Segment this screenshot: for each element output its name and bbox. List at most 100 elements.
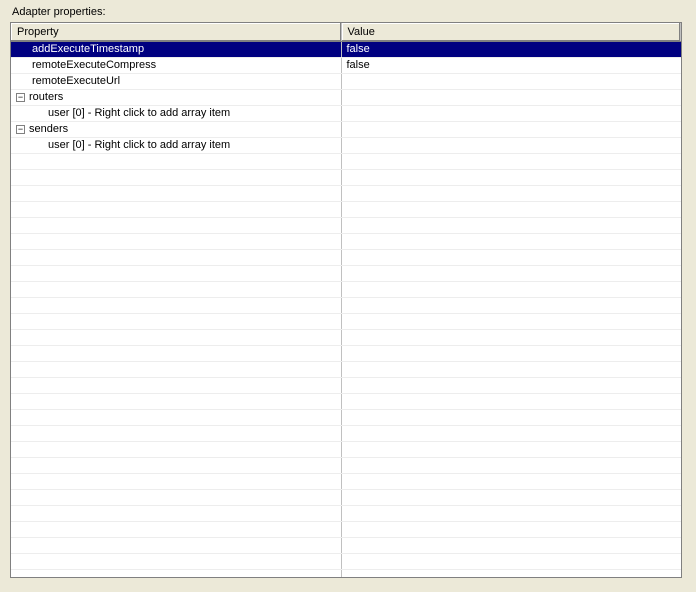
empty-row: [11, 217, 681, 233]
empty-cell: [341, 361, 681, 377]
empty-row: [11, 489, 681, 505]
empty-row: [11, 537, 681, 553]
empty-row: [11, 457, 681, 473]
empty-cell: [11, 185, 341, 201]
value-cell[interactable]: [341, 121, 681, 137]
empty-row: [11, 233, 681, 249]
empty-cell: [11, 505, 341, 521]
property-row[interactable]: remoteExecuteUrl: [11, 73, 681, 89]
property-row[interactable]: addExecuteTimestamp false: [11, 41, 681, 57]
empty-cell: [341, 201, 681, 217]
empty-cell: [11, 249, 341, 265]
empty-cell: [341, 297, 681, 313]
empty-row: [11, 377, 681, 393]
empty-cell: [341, 217, 681, 233]
empty-cell: [11, 553, 341, 569]
property-group-row[interactable]: −senders: [11, 121, 681, 137]
empty-cell: [341, 249, 681, 265]
empty-row: [11, 185, 681, 201]
empty-cell: [341, 457, 681, 473]
empty-cell: [11, 217, 341, 233]
value-cell[interactable]: [341, 137, 681, 153]
empty-cell: [11, 457, 341, 473]
property-row[interactable]: user [0] - Right click to add array item: [11, 137, 681, 153]
adapter-properties-panel: Adapter properties: Property Value addEx…: [0, 0, 696, 592]
empty-cell: [341, 553, 681, 569]
empty-row: [11, 345, 681, 361]
empty-cell: [11, 377, 341, 393]
empty-cell: [11, 297, 341, 313]
empty-cell: [341, 329, 681, 345]
property-row[interactable]: user [0] - Right click to add array item: [11, 105, 681, 121]
empty-cell: [341, 441, 681, 457]
empty-row: [11, 169, 681, 185]
empty-cell: [11, 345, 341, 361]
property-name: remoteExecuteUrl: [16, 75, 120, 87]
property-cell[interactable]: addExecuteTimestamp: [11, 41, 341, 57]
empty-row: [11, 153, 681, 169]
empty-cell: [341, 153, 681, 169]
empty-cell: [341, 489, 681, 505]
empty-cell: [341, 377, 681, 393]
value-cell[interactable]: [341, 73, 681, 89]
empty-cell: [11, 569, 341, 578]
property-cell[interactable]: user [0] - Right click to add array item: [11, 137, 341, 153]
empty-cell: [341, 233, 681, 249]
empty-cell: [11, 409, 341, 425]
empty-cell: [11, 361, 341, 377]
header-value[interactable]: Value: [341, 23, 681, 41]
header-property[interactable]: Property: [11, 23, 341, 41]
empty-row: [11, 329, 681, 345]
empty-cell: [11, 521, 341, 537]
empty-row: [11, 313, 681, 329]
empty-cell: [341, 169, 681, 185]
empty-row: [11, 297, 681, 313]
property-cell[interactable]: −senders: [11, 121, 341, 137]
value-cell[interactable]: false: [341, 41, 681, 57]
collapse-icon[interactable]: −: [16, 125, 25, 134]
empty-cell: [341, 473, 681, 489]
value-cell[interactable]: [341, 89, 681, 105]
property-name: user [0] - Right click to add array item: [16, 139, 230, 151]
empty-row: [11, 521, 681, 537]
empty-cell: [11, 441, 341, 457]
property-cell[interactable]: remoteExecuteCompress: [11, 57, 341, 73]
property-cell[interactable]: −routers: [11, 89, 341, 105]
empty-cell: [11, 489, 341, 505]
empty-row: [11, 201, 681, 217]
empty-row: [11, 553, 681, 569]
empty-row: [11, 361, 681, 377]
empty-cell: [341, 345, 681, 361]
property-cell[interactable]: user [0] - Right click to add array item: [11, 105, 341, 121]
empty-cell: [11, 201, 341, 217]
empty-row: [11, 409, 681, 425]
collapse-icon[interactable]: −: [16, 93, 25, 102]
property-name: addExecuteTimestamp: [16, 43, 144, 55]
empty-row: [11, 393, 681, 409]
property-grid[interactable]: Property Value addExecuteTimestampfalser…: [10, 22, 682, 578]
empty-row: [11, 425, 681, 441]
empty-cell: [341, 409, 681, 425]
value-cell[interactable]: false: [341, 57, 681, 73]
empty-cell: [11, 393, 341, 409]
empty-cell: [341, 569, 681, 578]
property-group-row[interactable]: −routers: [11, 89, 681, 105]
empty-row: [11, 569, 681, 578]
empty-cell: [341, 313, 681, 329]
empty-row: [11, 441, 681, 457]
empty-cell: [11, 425, 341, 441]
empty-cell: [11, 153, 341, 169]
property-name: remoteExecuteCompress: [16, 59, 156, 71]
property-name: senders: [29, 123, 68, 135]
empty-cell: [11, 265, 341, 281]
empty-cell: [11, 313, 341, 329]
empty-cell: [341, 393, 681, 409]
property-name: user [0] - Right click to add array item: [16, 107, 230, 119]
property-name: routers: [29, 91, 63, 103]
empty-cell: [341, 265, 681, 281]
property-cell[interactable]: remoteExecuteUrl: [11, 73, 341, 89]
empty-cell: [341, 185, 681, 201]
empty-cell: [11, 281, 341, 297]
value-cell[interactable]: [341, 105, 681, 121]
property-row[interactable]: remoteExecuteCompress false: [11, 57, 681, 73]
